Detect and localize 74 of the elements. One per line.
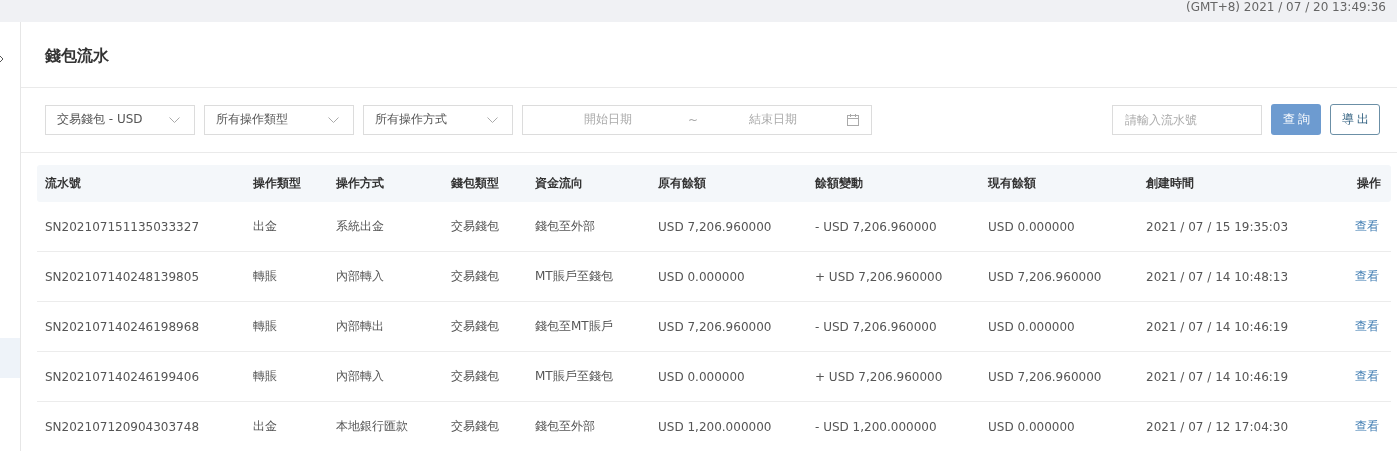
table-cell-text: 錢包至MT賬戶: [535, 318, 614, 335]
column-header: 操作方式: [336, 175, 385, 192]
table-cell-text: 出金: [253, 418, 278, 435]
table-cell-text: 交易錢包: [451, 268, 500, 285]
table-cell-text: 內部轉入: [336, 268, 385, 285]
table-cell-text: SN202107120904303748: [45, 419, 201, 434]
table-cell-text: MT賬戶至錢包: [535, 268, 614, 285]
calendar-icon: [847, 113, 859, 126]
table-cell-text: 2021 / 07 / 14 10:46:19: [1146, 319, 1290, 334]
column-header: 錢包類型: [451, 175, 500, 192]
column-header: 餘額變動: [815, 175, 864, 192]
view-link[interactable]: 查看: [1355, 418, 1379, 435]
table-cell-text: SN202107140246198968: [45, 319, 201, 334]
table-cell-text: 轉賬: [253, 268, 278, 285]
table-cell-text: 2021 / 07 / 14 10:48:13: [1146, 269, 1290, 284]
chevron-down-icon: [487, 116, 498, 123]
column-header: 操作類型: [253, 175, 302, 192]
table-cell-text: 轉賬: [253, 318, 278, 335]
date-range-field[interactable]: 開始日期 ~ 結束日期: [522, 104, 872, 135]
column-header: 操作: [1356, 175, 1382, 192]
table-cell-text: 2021 / 07 / 14 10:46:19: [1146, 369, 1290, 384]
table-cell-text: 2021 / 07 / 15 19:35:03: [1146, 219, 1290, 234]
dropdown[interactable]: 所有操作類型: [204, 104, 354, 135]
dropdown[interactable]: 所有操作方式: [363, 104, 513, 135]
table-cell-text: USD 7,206.960000: [988, 369, 1103, 384]
table-cell-text: 出金: [253, 218, 278, 235]
table-cell-text: SN202107151135033327: [45, 219, 201, 234]
table-cell-text: USD 0.000000: [988, 319, 1076, 334]
table-cell-text: 交易錢包: [451, 318, 500, 335]
table-cell-text: - USD 1,200.000000: [815, 419, 938, 434]
page-title: 錢包流水: [21, 22, 1397, 88]
action-button[interactable]: 查詢: [1271, 104, 1321, 135]
table-cell-text: USD 0.000000: [658, 269, 746, 284]
column-header: 資金流向: [535, 175, 584, 192]
chevron-down-icon: [169, 116, 180, 123]
table-cell-text: USD 7,206.960000: [658, 219, 773, 234]
table-cell-text: + USD 7,206.960000: [815, 269, 944, 284]
table-cell-text: 內部轉出: [336, 318, 385, 335]
column-header: 現有餘額: [988, 175, 1037, 192]
table-cell-text: USD 1,200.000000: [658, 419, 773, 434]
table-cell-text: 交易錢包: [451, 368, 500, 385]
table-cell-text: USD 0.000000: [988, 419, 1076, 434]
table-cell-text: USD 7,206.960000: [658, 319, 773, 334]
view-link[interactable]: 查看: [1355, 318, 1379, 335]
table-cell-text: 2021 / 07 / 12 17:04:30: [1146, 419, 1290, 434]
column-header: 創建時間: [1146, 175, 1195, 192]
table-cell-text: 交易錢包: [451, 418, 500, 435]
column-header: 流水號: [45, 175, 82, 192]
table-cell-text: SN202107140248139805: [45, 269, 201, 284]
view-link[interactable]: 查看: [1355, 368, 1379, 385]
table-cell-text: 系統出金: [336, 218, 385, 235]
clock-text: (GMT+8) 2021 / 07 / 20 13:49:36: [1186, 0, 1387, 14]
table-cell-text: MT賬戶至錢包: [535, 368, 614, 385]
table-cell-text: USD 7,206.960000: [988, 269, 1103, 284]
table-cell-text: SN202107140246199406: [45, 369, 201, 384]
serial-search-field[interactable]: 請輸入流水號: [1112, 104, 1262, 135]
table-cell-text: USD 0.000000: [658, 369, 746, 384]
table-cell-text: + USD 7,206.960000: [815, 369, 944, 384]
table-cell-text: - USD 7,206.960000: [815, 219, 938, 234]
column-header: 原有餘額: [658, 175, 707, 192]
dropdown[interactable]: 交易錢包 - USD: [45, 104, 195, 135]
table-cell-text: 錢包至外部: [535, 218, 596, 235]
table-cell-text: 交易錢包: [451, 218, 500, 235]
action-button[interactable]: 導出: [1330, 104, 1380, 135]
table-cell-text: USD 0.000000: [988, 219, 1076, 234]
table-cell-text: 本地銀行匯款: [336, 418, 409, 435]
chevron-down-icon: [328, 116, 339, 123]
table-cell-text: - USD 7,206.960000: [815, 319, 938, 334]
table-cell-text: 轉賬: [253, 368, 278, 385]
chevron-icon[interactable]: [0, 56, 4, 62]
table-cell-text: 內部轉入: [336, 368, 385, 385]
view-link[interactable]: 查看: [1355, 218, 1379, 235]
view-link[interactable]: 查看: [1355, 268, 1379, 285]
table-cell-text: 錢包至外部: [535, 418, 596, 435]
